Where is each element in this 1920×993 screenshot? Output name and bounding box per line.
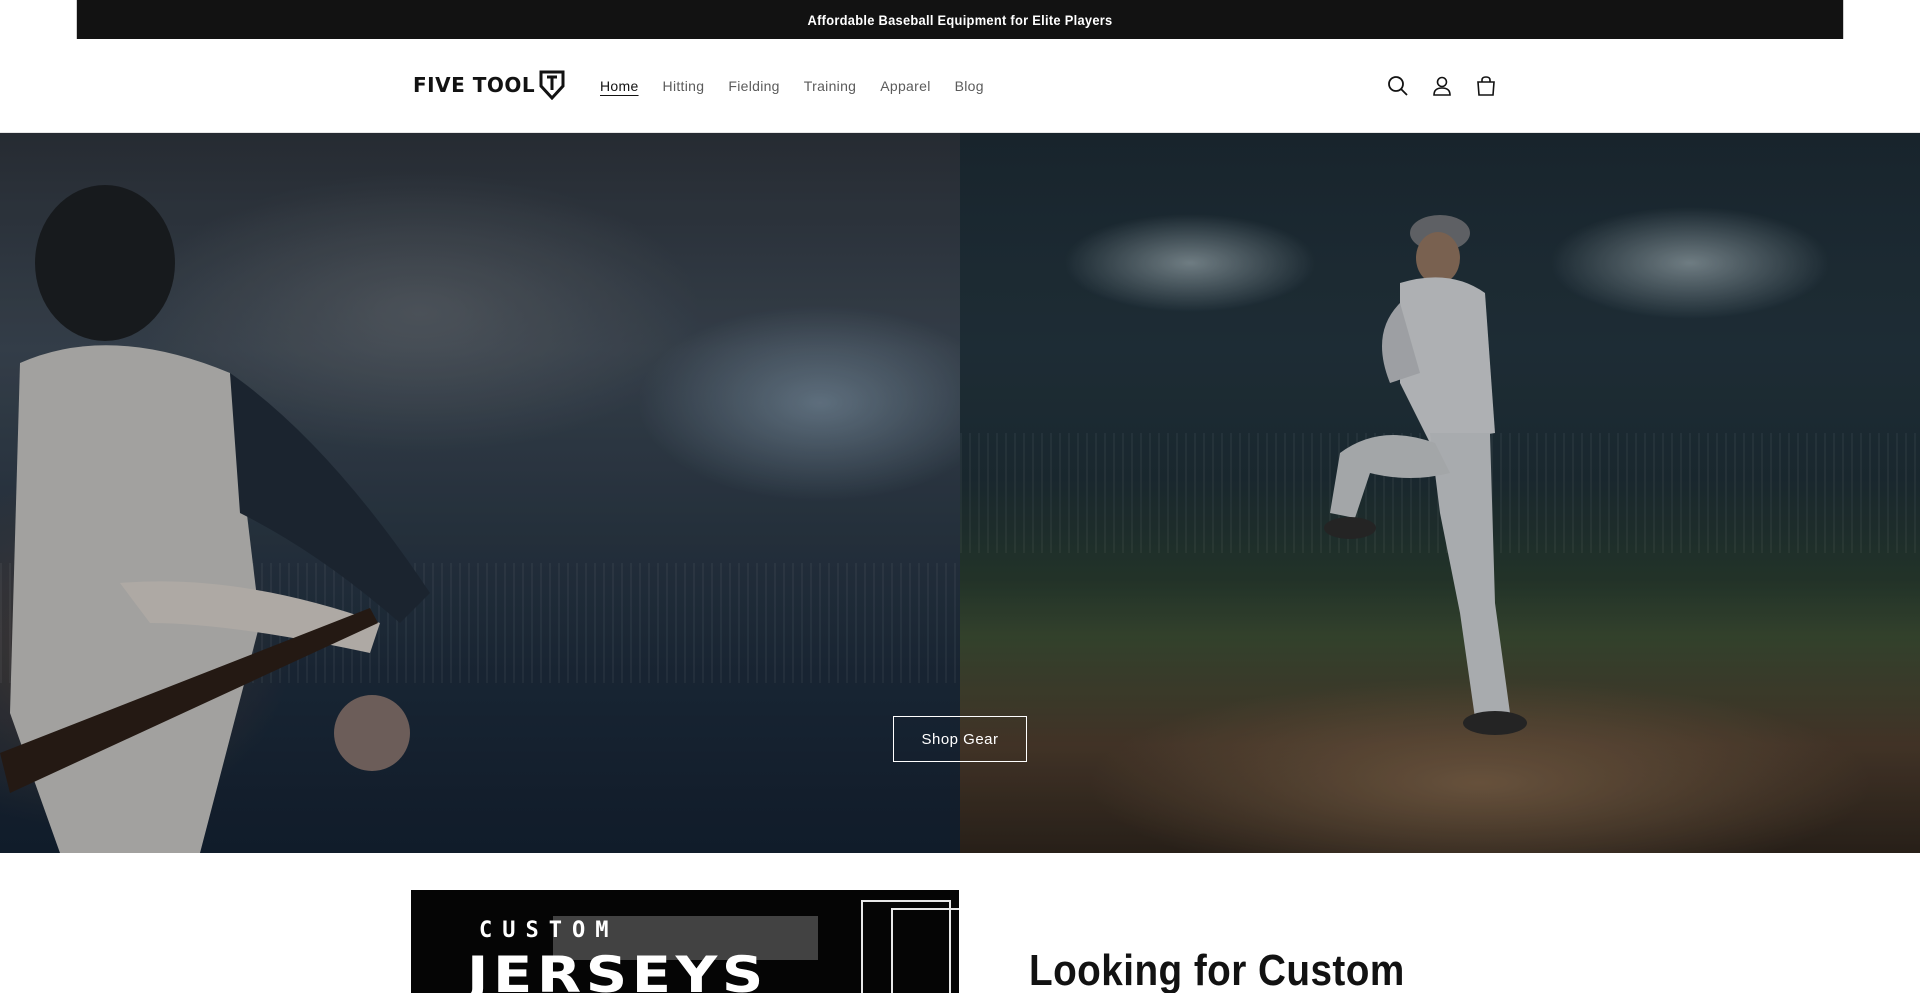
header-actions bbox=[1385, 39, 1499, 133]
account-icon[interactable] bbox=[1429, 73, 1455, 99]
search-icon[interactable] bbox=[1385, 73, 1411, 99]
custom-jerseys-feature: CUSTOM JERSEYS Looking for Custom bbox=[0, 853, 1920, 993]
logo[interactable]: FIVE TOOL bbox=[413, 69, 565, 101]
shop-gear-button[interactable]: Shop Gear bbox=[893, 716, 1027, 762]
image-text-jerseys: JERSEYS bbox=[467, 946, 768, 993]
logo-text: FIVE TOOL bbox=[413, 73, 536, 97]
announcement-text: Affordable Baseball Equipment for Elite … bbox=[807, 11, 1113, 28]
nav-item-training[interactable]: Training bbox=[804, 78, 856, 94]
nav-item-home[interactable]: Home bbox=[600, 78, 639, 94]
feature-heading: Looking for Custom bbox=[1029, 946, 1405, 993]
decorative-frame-inner bbox=[891, 908, 959, 993]
cart-icon[interactable] bbox=[1473, 73, 1499, 99]
custom-jerseys-image: CUSTOM JERSEYS bbox=[411, 890, 959, 993]
nav-item-fielding[interactable]: Fielding bbox=[728, 78, 779, 94]
nav-item-blog[interactable]: Blog bbox=[955, 78, 984, 94]
shield-logo-icon bbox=[539, 70, 565, 100]
image-text-custom: CUSTOM bbox=[479, 918, 619, 943]
main-nav: Home Hitting Fielding Training Apparel B… bbox=[600, 39, 984, 133]
nav-item-hitting[interactable]: Hitting bbox=[663, 78, 705, 94]
announcement-bar: Affordable Baseball Equipment for Elite … bbox=[76, 0, 1844, 39]
site-header: FIVE TOOL Home Hitting Fielding Training… bbox=[0, 39, 1920, 133]
nav-item-apparel[interactable]: Apparel bbox=[880, 78, 930, 94]
hero-banner: Shop Gear bbox=[0, 133, 1920, 853]
